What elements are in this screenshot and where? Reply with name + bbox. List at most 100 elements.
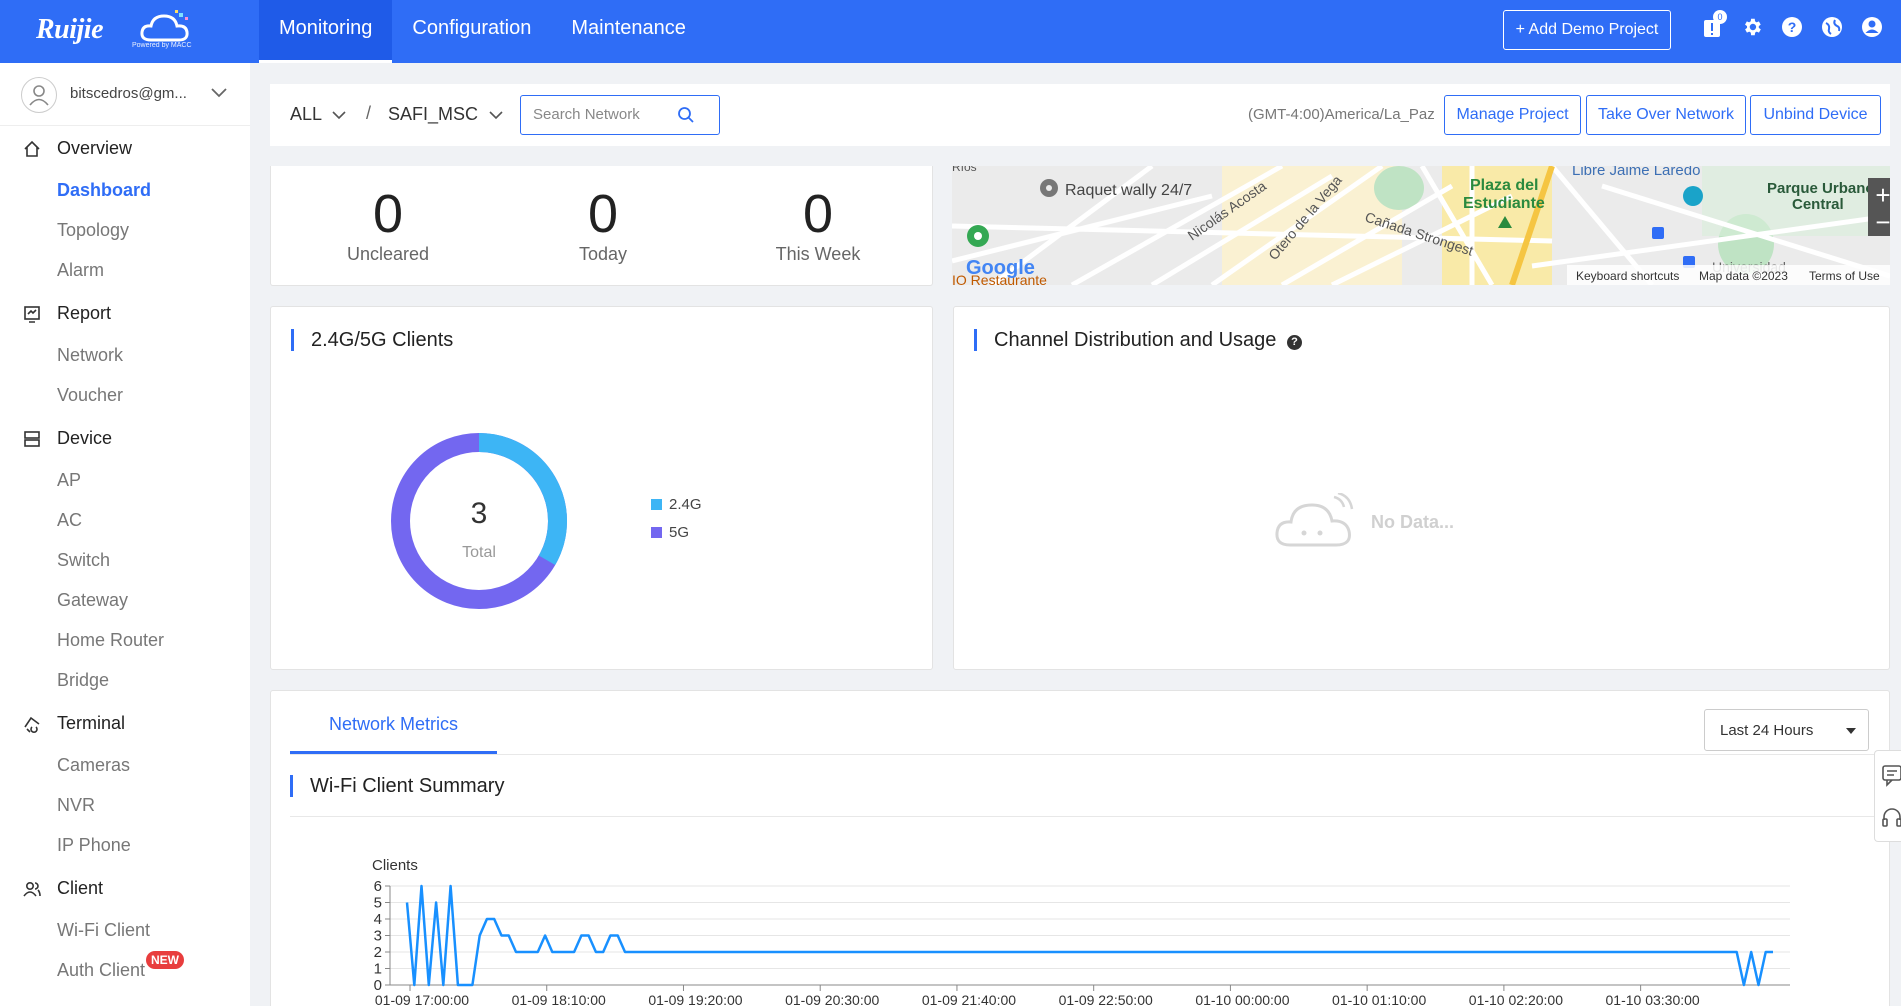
sidebar-group-label: Device (57, 428, 113, 448)
map-terms-link[interactable]: Terms of Use (1809, 269, 1880, 283)
client-icon (23, 881, 41, 897)
sidebar-group-label: Overview (57, 138, 133, 158)
globe-icon[interactable] (1821, 16, 1845, 40)
logo-subtext: Powered by MACC (132, 42, 192, 49)
home-icon (24, 140, 40, 157)
sidebar-group-overview[interactable]: Overview (0, 128, 250, 168)
scope-label: ALL (290, 104, 322, 124)
legend-swatch (651, 527, 662, 538)
support-headset-icon[interactable] (1881, 806, 1901, 830)
section-title-wifi-client-summary: Wi-Fi Client Summary (290, 775, 504, 797)
sidebar-item-cameras[interactable]: Cameras (57, 755, 130, 776)
stat-uncleared[interactable]: 0 Uncleared (288, 184, 488, 265)
sidebar-item-wifi-client[interactable]: Wi-Fi Client (57, 920, 150, 941)
alarm-stats-card: 0 Uncleared 0 Today 0 This Week (270, 166, 933, 286)
sidebar-item-nvr[interactable]: NVR (57, 795, 95, 816)
map-data-credit: Map data ©2023 (1699, 269, 1788, 283)
map-zoom-out[interactable]: − (1875, 207, 1890, 237)
sidebar-item-alarm[interactable]: Alarm (57, 260, 104, 281)
legend-2-4g[interactable]: 2.4G (651, 496, 702, 513)
sidebar-item-auth-client[interactable]: Auth Client (57, 960, 145, 981)
y-tick-label: 2 (374, 944, 382, 961)
scope-selector[interactable]: ALL (290, 104, 346, 125)
x-tick-label: 01-10 00:00:00 (1195, 992, 1289, 1006)
card-title-text: Channel Distribution and Usage (994, 329, 1277, 351)
settings-gear-icon[interactable] (1741, 16, 1765, 40)
sidebar-group-device[interactable]: Device (0, 418, 250, 458)
x-tick-label: 01-09 17:00:00 (375, 992, 469, 1006)
tab-network-metrics[interactable]: Network Metrics (290, 694, 497, 754)
sidebar-item-bridge[interactable]: Bridge (57, 670, 109, 691)
help-circle-icon[interactable]: ? (1286, 335, 1302, 350)
breadcrumb-separator: / (366, 103, 372, 123)
sidebar-item-dashboard[interactable]: Dashboard (57, 180, 151, 201)
search-network-input[interactable] (533, 106, 673, 123)
wifi-client-line-chart[interactable]: Clients012345601-09 17:00:00 01-09 18:10:… (350, 850, 1790, 1006)
location-map[interactable]: Ríos Raquet wally 24/7 Nicolás Acosta Ot… (952, 166, 1890, 285)
stat-today[interactable]: 0 Today (503, 184, 703, 265)
sidebar-group-label: Report (57, 303, 112, 323)
sidebar-item-home-router[interactable]: Home Router (57, 630, 164, 651)
new-badge: NEW (146, 951, 184, 969)
manage-project-button[interactable]: Manage Project (1444, 95, 1581, 135)
filter-bar: ALL / SAFI_MSC (GMT-4:00)America/La_Paz … (270, 84, 1890, 146)
card-title: Channel Distribution and Usage ? (974, 329, 1302, 351)
sidebar-group-client[interactable]: Client (0, 868, 250, 908)
nav-monitoring[interactable]: Monitoring (259, 0, 393, 63)
chevron-down-icon (489, 111, 503, 120)
sidebar: bitscedros@gm... Overview Dashboard Topo… (0, 63, 250, 1006)
sidebar-item-ip-phone[interactable]: IP Phone (57, 835, 131, 856)
sidebar-item-topology[interactable]: Topology (57, 220, 129, 241)
sidebar-item-network[interactable]: Network (57, 345, 123, 366)
sidebar-group-terminal[interactable]: Terminal (0, 703, 250, 743)
donut-total-value: 3 (470, 497, 488, 530)
help-icon[interactable]: ? (1781, 16, 1805, 40)
notification-icon[interactable]: 0 (1701, 10, 1727, 40)
user-switcher[interactable]: bitscedros@gm... (0, 63, 250, 126)
unbind-device-button[interactable]: Unbind Device (1750, 95, 1881, 135)
time-range-select[interactable]: Last 24 Hours (1704, 709, 1869, 751)
user-account-icon[interactable] (1861, 16, 1885, 40)
brand-logo[interactable]: Ruijie Powered by MACC (36, 8, 196, 54)
x-tick-label: 01-10 01:10:00 (1332, 992, 1426, 1006)
sidebar-group-label: Client (57, 878, 104, 898)
sidebar-group-report[interactable]: Report (0, 293, 250, 333)
device-icon (24, 431, 40, 447)
map-keyboard-shortcuts[interactable]: Keyboard shortcuts (1576, 269, 1679, 283)
add-demo-project-button[interactable]: + Add Demo Project (1503, 10, 1671, 50)
x-tick-label: 01-10 03:30:00 (1606, 992, 1700, 1006)
main-nav: Monitoring Configuration Maintenance (259, 0, 706, 63)
y-tick-label: 3 (374, 928, 382, 945)
sidebar-item-switch[interactable]: Switch (57, 550, 110, 571)
sidebar-item-ap[interactable]: AP (57, 470, 81, 491)
map-label: Estudiante (1463, 195, 1545, 212)
x-tick-label: 01-09 21:40:00 (922, 992, 1016, 1006)
time-range-value: Last 24 Hours (1720, 722, 1814, 739)
sidebar-item-voucher[interactable]: Voucher (57, 385, 123, 406)
sidebar-item-ac[interactable]: AC (57, 510, 82, 531)
stat-this-week[interactable]: 0 This Week (718, 184, 918, 265)
y-tick-label: 6 (374, 878, 382, 895)
channel-distribution-card: Channel Distribution and Usage ? No Data… (953, 306, 1890, 670)
nav-maintenance[interactable]: Maintenance (551, 0, 706, 63)
search-icon[interactable] (677, 106, 695, 124)
x-tick-label: 01-09 19:20:00 (648, 992, 742, 1006)
take-over-network-button[interactable]: Take Over Network (1586, 95, 1746, 135)
user-name: bitscedros@gm... (70, 85, 187, 102)
terminal-icon (24, 716, 40, 733)
map-label: Central (1792, 196, 1844, 213)
project-label: SAFI_MSC (388, 104, 479, 124)
legend-5g[interactable]: 5G (651, 524, 689, 541)
timezone-label: (GMT-4:00)America/La_Paz (1248, 106, 1435, 123)
report-icon (24, 306, 40, 323)
logo-text: Ruijie (36, 14, 104, 45)
sidebar-group-label: Terminal (57, 713, 126, 733)
project-selector[interactable]: SAFI_MSC (388, 104, 503, 125)
google-logo: Google (966, 257, 1035, 279)
map-zoom-in[interactable]: + (1875, 180, 1890, 210)
sidebar-item-gateway[interactable]: Gateway (57, 590, 128, 611)
chevron-down-icon (332, 111, 346, 120)
nav-configuration[interactable]: Configuration (392, 0, 551, 63)
feedback-icon[interactable] (1881, 763, 1901, 787)
notification-badge: 0 (1713, 10, 1727, 24)
